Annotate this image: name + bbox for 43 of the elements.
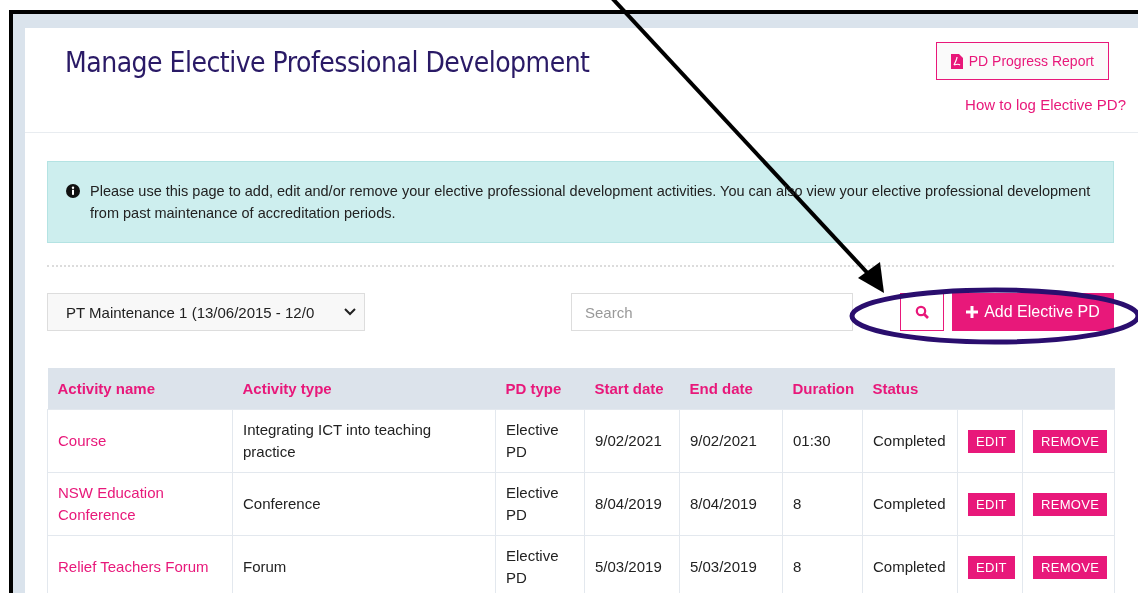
- search-icon: [915, 305, 929, 319]
- edit-button[interactable]: EDIT: [968, 429, 1015, 453]
- period-select[interactable]: PT Maintenance 1 (13/06/2015 - 12/0: [47, 293, 365, 331]
- remove-button[interactable]: REMOVE: [1033, 555, 1108, 579]
- help-link[interactable]: How to log Elective PD?: [965, 96, 1126, 113]
- table-cell: Elective PD: [506, 484, 559, 523]
- table-cell: 8/04/2019: [690, 495, 757, 512]
- add-elective-pd-button[interactable]: Add Elective PD: [952, 293, 1114, 331]
- table-cell: Elective PD: [506, 421, 559, 460]
- column-header: End date: [679, 368, 783, 410]
- column-header: Duration: [782, 368, 863, 410]
- table-cell: Elective PD: [506, 547, 559, 586]
- search-button[interactable]: [900, 293, 944, 331]
- remove-button[interactable]: REMOVE: [1033, 492, 1108, 516]
- table-cell: 8: [793, 495, 802, 512]
- search-field[interactable]: Search: [571, 293, 853, 331]
- column-header: Status: [862, 368, 958, 410]
- table-cell: Completed: [873, 495, 946, 512]
- table-cell: 9/02/2021: [595, 432, 662, 449]
- column-header: Activity type: [232, 368, 496, 410]
- table-cell: 9/02/2021: [690, 432, 757, 449]
- table-cell: 5/03/2019: [595, 558, 662, 575]
- pdf-file-icon: [950, 53, 963, 69]
- table-cell: 8: [793, 558, 802, 575]
- table-cell: Completed: [873, 558, 946, 575]
- table-cell: 5/03/2019: [690, 558, 757, 575]
- column-header: Activity name: [47, 368, 233, 410]
- edit-button[interactable]: EDIT: [968, 492, 1015, 516]
- info-icon: [66, 184, 80, 198]
- table-cell: Forum: [243, 558, 287, 575]
- chevron-down-icon: [344, 308, 356, 316]
- plus-icon: [966, 306, 979, 318]
- edit-button[interactable]: EDIT: [968, 555, 1015, 579]
- table-cell: 01:30: [793, 432, 831, 449]
- table-cell: Completed: [873, 432, 946, 449]
- remove-button[interactable]: REMOVE: [1033, 429, 1108, 453]
- page-title: Manage Elective Professional Development: [65, 46, 590, 81]
- column-header: Start date: [584, 368, 680, 410]
- report-button[interactable]: PD Progress Report: [935, 42, 1109, 80]
- table-cell: Conference: [243, 495, 321, 512]
- column-header: PD type: [495, 368, 585, 410]
- table-cell: 8/04/2019: [595, 495, 662, 512]
- table-cell: Integrating ICT into teaching practice: [243, 421, 432, 460]
